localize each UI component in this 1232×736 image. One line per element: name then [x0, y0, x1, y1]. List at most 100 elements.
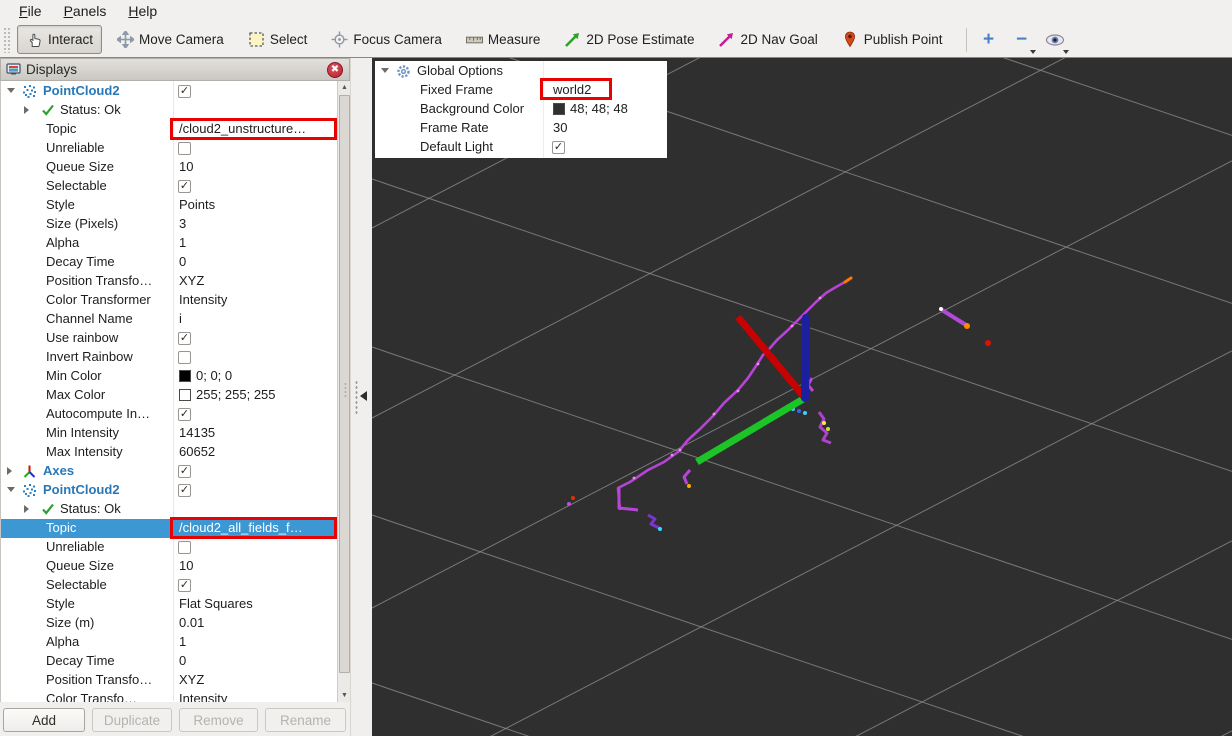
expander-closed-icon[interactable]: [24, 106, 29, 114]
display-row-pointcloud2[interactable]: PointCloud2✓: [1, 481, 338, 500]
row-value[interactable]: 3: [179, 216, 186, 231]
row-value[interactable]: 1: [179, 634, 186, 649]
property-row-topic[interactable]: Topic/cloud2_all_fields_f…: [1, 519, 338, 538]
checkbox-checked[interactable]: ✓: [178, 484, 191, 497]
row-value[interactable]: XYZ: [179, 672, 204, 687]
zoom-out-minus-icon[interactable]: −: [1010, 27, 1034, 53]
scroll-down-arrow[interactable]: ▼: [339, 689, 350, 702]
property-row-fixed-frame[interactable]: Fixed Frameworld2: [375, 81, 667, 100]
row-value[interactable]: Intensity: [179, 292, 227, 307]
checkbox-unchecked[interactable]: [178, 541, 191, 554]
property-row-max-intensity[interactable]: Max Intensity60652: [1, 443, 338, 462]
expander-open-icon[interactable]: [7, 487, 15, 492]
zoom-in-plus-icon[interactable]: +: [977, 27, 1001, 53]
property-row-selectable[interactable]: Selectable✓: [1, 177, 338, 196]
checkbox-checked[interactable]: ✓: [178, 579, 191, 592]
panel-splitter[interactable]: [350, 58, 372, 736]
tool-move-camera[interactable]: Move Camera: [108, 25, 233, 54]
row-value[interactable]: Intensity: [179, 691, 227, 702]
row-value[interactable]: 30: [553, 120, 567, 135]
display-row-pointcloud2[interactable]: PointCloud2✓: [1, 82, 338, 101]
displays-panel-header[interactable]: Displays ✖: [0, 58, 350, 81]
row-value[interactable]: 0: [179, 254, 186, 269]
remove-button[interactable]: Remove: [179, 708, 258, 732]
property-row-size-pixels-[interactable]: Size (Pixels)3: [1, 215, 338, 234]
collapse-panel-icon[interactable]: [360, 391, 367, 401]
eye-icon[interactable]: [1043, 27, 1067, 53]
row-value[interactable]: i: [179, 311, 182, 326]
checkbox-checked[interactable]: ✓: [178, 332, 191, 345]
property-row-decay-time[interactable]: Decay Time0: [1, 652, 338, 671]
checkbox-checked[interactable]: ✓: [178, 180, 191, 193]
property-row-topic[interactable]: Topic/cloud2_unstructure…: [1, 120, 338, 139]
row-value[interactable]: 60652: [179, 444, 215, 459]
add-button[interactable]: Add: [3, 708, 85, 732]
render-viewport-3d[interactable]: [372, 58, 1232, 736]
property-row-invert-rainbow[interactable]: Invert Rainbow: [1, 348, 338, 367]
close-icon[interactable]: ✖: [327, 62, 343, 78]
duplicate-button[interactable]: Duplicate: [92, 708, 172, 732]
row-value[interactable]: 10: [179, 558, 193, 573]
row-value[interactable]: /cloud2_unstructure…: [179, 121, 306, 136]
property-row-max-color[interactable]: Max Color255; 255; 255: [1, 386, 338, 405]
property-row-size-m-[interactable]: Size (m)0.01: [1, 614, 338, 633]
property-row-alpha[interactable]: Alpha1: [1, 633, 338, 652]
property-row-style[interactable]: StylePoints: [1, 196, 338, 215]
property-row-unreliable[interactable]: Unreliable: [1, 139, 338, 158]
property-row-status-ok[interactable]: Status: Ok: [1, 101, 338, 120]
tool-focus-camera[interactable]: Focus Camera: [322, 25, 451, 54]
expander-closed-icon[interactable]: [7, 467, 12, 475]
property-row-style[interactable]: StyleFlat Squares: [1, 595, 338, 614]
tool-2d-pose-estimate[interactable]: 2D Pose Estimate: [555, 25, 703, 54]
property-row-color-transfo-[interactable]: Color Transfo…Intensity: [1, 690, 338, 702]
expander-closed-icon[interactable]: [24, 505, 29, 513]
property-row-decay-time[interactable]: Decay Time0: [1, 253, 338, 272]
tool-publish-point[interactable]: Publish Point: [833, 25, 952, 54]
property-row-default-light[interactable]: Default Light✓: [375, 138, 667, 157]
row-value[interactable]: 0: [179, 653, 186, 668]
property-row-autocompute-in-[interactable]: Autocompute In…✓: [1, 405, 338, 424]
checkbox-unchecked[interactable]: [178, 351, 191, 364]
checkbox-checked[interactable]: ✓: [178, 408, 191, 421]
property-row-channel-name[interactable]: Channel Namei: [1, 310, 338, 329]
property-row-queue-size[interactable]: Queue Size10: [1, 557, 338, 576]
row-value[interactable]: Flat Squares: [179, 596, 253, 611]
property-row-position-transfo-[interactable]: Position Transfo…XYZ: [1, 272, 338, 291]
expander-open-icon[interactable]: [7, 88, 15, 93]
checkbox-unchecked[interactable]: [178, 142, 191, 155]
property-row-queue-size[interactable]: Queue Size10: [1, 158, 338, 177]
checkbox-checked[interactable]: ✓: [552, 141, 565, 154]
checkbox-checked[interactable]: ✓: [178, 85, 191, 98]
vertical-scrollbar[interactable]: ▲ ▼: [337, 81, 350, 702]
property-row-status-ok[interactable]: Status: Ok: [1, 500, 338, 519]
property-row-global-options[interactable]: Global Options: [375, 62, 667, 81]
scrollbar-thumb[interactable]: [339, 95, 350, 673]
menu-help[interactable]: Help: [117, 1, 168, 21]
display-row-axes[interactable]: Axes✓: [1, 462, 338, 481]
property-row-unreliable[interactable]: Unreliable: [1, 538, 338, 557]
tool-2d-nav-goal[interactable]: 2D Nav Goal: [709, 25, 826, 54]
property-row-selectable[interactable]: Selectable✓: [1, 576, 338, 595]
tool-interact[interactable]: Interact: [17, 25, 102, 54]
row-value[interactable]: Points: [179, 197, 215, 212]
row-value[interactable]: 14135: [179, 425, 215, 440]
row-value[interactable]: 0.01: [179, 615, 204, 630]
property-row-alpha[interactable]: Alpha1: [1, 234, 338, 253]
property-row-position-transfo-[interactable]: Position Transfo…XYZ: [1, 671, 338, 690]
rename-button[interactable]: Rename: [265, 708, 346, 732]
property-row-min-intensity[interactable]: Min Intensity14135: [1, 424, 338, 443]
row-value[interactable]: 255; 255; 255: [179, 387, 276, 402]
menu-file[interactable]: File: [8, 1, 53, 21]
tool-select[interactable]: Select: [239, 25, 317, 54]
menu-panels[interactable]: Panels: [53, 1, 118, 21]
property-row-background-color[interactable]: Background Color48; 48; 48: [375, 100, 667, 119]
property-row-use-rainbow[interactable]: Use rainbow✓: [1, 329, 338, 348]
row-value[interactable]: 48; 48; 48: [553, 101, 628, 116]
expander-open-icon[interactable]: [381, 68, 389, 73]
property-row-color-transformer[interactable]: Color TransformerIntensity: [1, 291, 338, 310]
property-row-frame-rate[interactable]: Frame Rate30: [375, 119, 667, 138]
property-row-min-color[interactable]: Min Color0; 0; 0: [1, 367, 338, 386]
checkbox-checked[interactable]: ✓: [178, 465, 191, 478]
row-value[interactable]: 0; 0; 0: [179, 368, 232, 383]
scroll-up-arrow[interactable]: ▲: [339, 81, 350, 94]
